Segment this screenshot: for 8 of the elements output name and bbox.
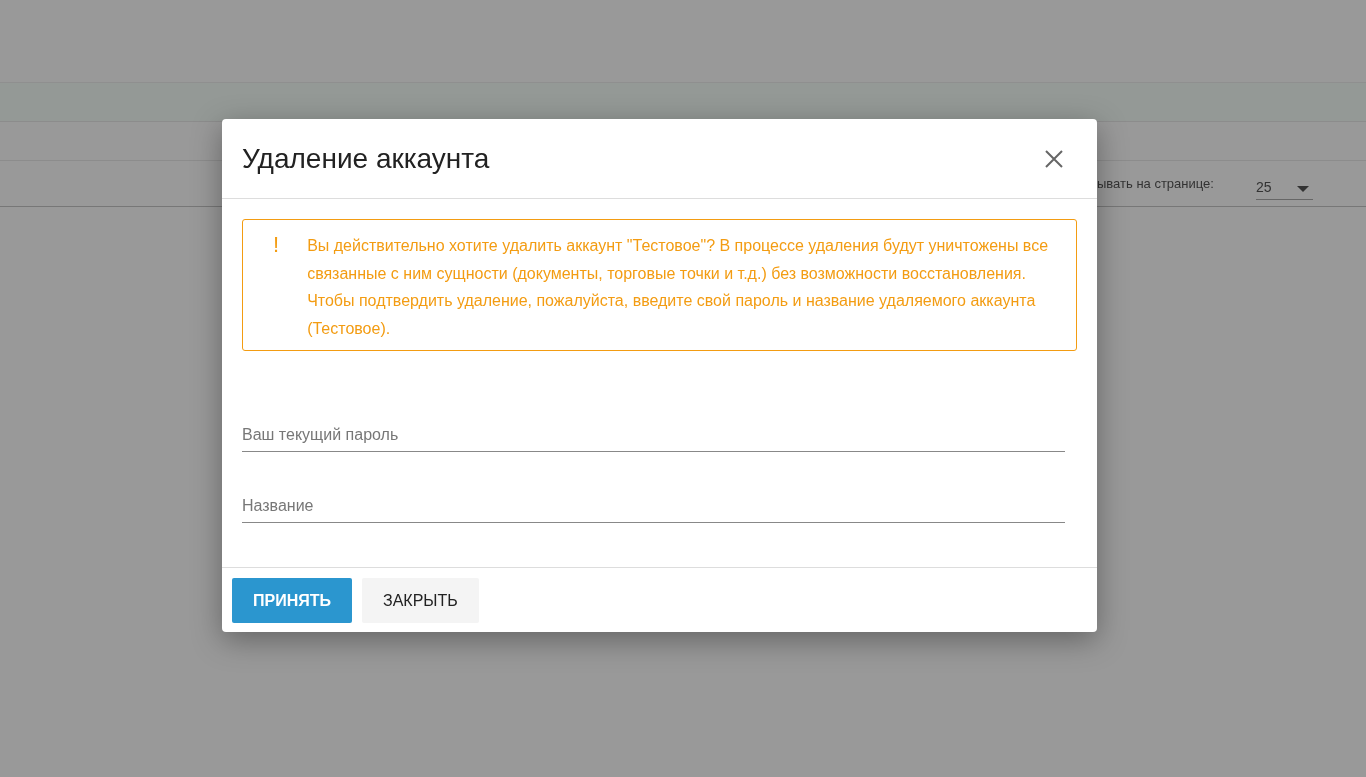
per-page-select[interactable]: 25 [1255, 175, 1313, 200]
accept-button[interactable]: ПРИНЯТЬ [232, 578, 352, 623]
dialog-title: Удаление аккаунта [242, 142, 490, 175]
close-button[interactable]: ЗАКРЫТЬ [362, 578, 479, 623]
per-page-label: ывать на странице: [1097, 176, 1214, 191]
warning-message: Вы действительно хотите удалить аккаунт "Тестовое"? В процессе удаления будут уничтожены все связанные с ним сущности (документы, торговые точки и т.д.) без возможности восстановления. Чтобы подтвердить удаление, пожалуйста, введите свой пароль и название удаляемого аккаунта (Тестовое). [307, 236, 1050, 339]
warning-icon: ! [273, 232, 280, 342]
close-icon[interactable] [1045, 149, 1063, 168]
